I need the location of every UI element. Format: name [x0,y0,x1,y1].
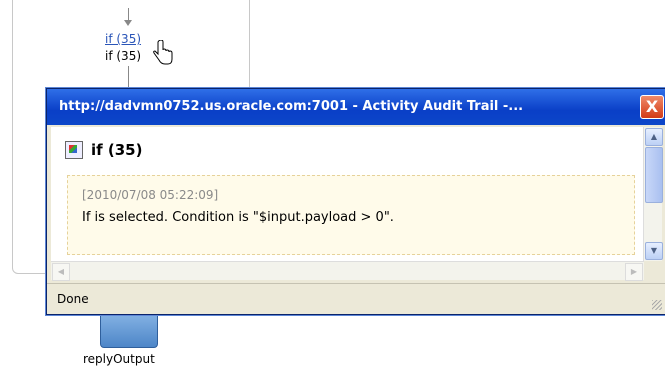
close-button[interactable]: X [640,95,664,119]
if-activity-link[interactable]: if (35) [105,32,141,46]
audit-trail-popup-window: http://dadvmn0752.us.oracle.com:7001 - A… [46,88,665,315]
reply-output-icon[interactable] [100,310,158,348]
vertical-scrollbar[interactable]: ▲ ▼ [643,127,663,261]
hand-cursor-icon [153,40,173,65]
arrow-head-icon [124,20,132,26]
close-icon: X [645,97,659,116]
activity-heading-text: if (35) [91,141,143,159]
window-title: http://dadvmn0752.us.oracle.com:7001 - A… [59,99,524,114]
scroll-thumb[interactable] [645,147,663,203]
activity-icon [65,141,83,159]
scroll-up-icon[interactable]: ▲ [645,128,663,146]
status-text: Done [57,292,89,306]
window-titlebar[interactable]: http://dadvmn0752.us.oracle.com:7001 - A… [47,89,665,125]
resize-grip-icon[interactable] [652,300,662,310]
scroll-down-icon[interactable]: ▼ [645,242,663,260]
scroll-left-icon[interactable]: ◀ [52,263,70,281]
entry-timestamp: [2010/07/08 05:22:09] [82,188,219,202]
audit-entry: [2010/07/08 05:22:09] If is selected. Co… [67,175,635,255]
scroll-right-icon[interactable]: ▶ [625,263,643,281]
horizontal-scrollbar[interactable]: ◀ ▶ [51,261,644,281]
audit-content-area: if (35) [2010/07/08 05:22:09] If is sele… [51,127,644,261]
reply-output-label: replyOutput [83,352,155,366]
flow-connector [128,66,129,88]
status-bar: Done [47,283,665,314]
if-activity-label: if (35) [105,49,142,63]
activity-heading: if (35) [65,141,142,159]
entry-message: If is selected. Condition is "$input.pay… [82,210,394,225]
